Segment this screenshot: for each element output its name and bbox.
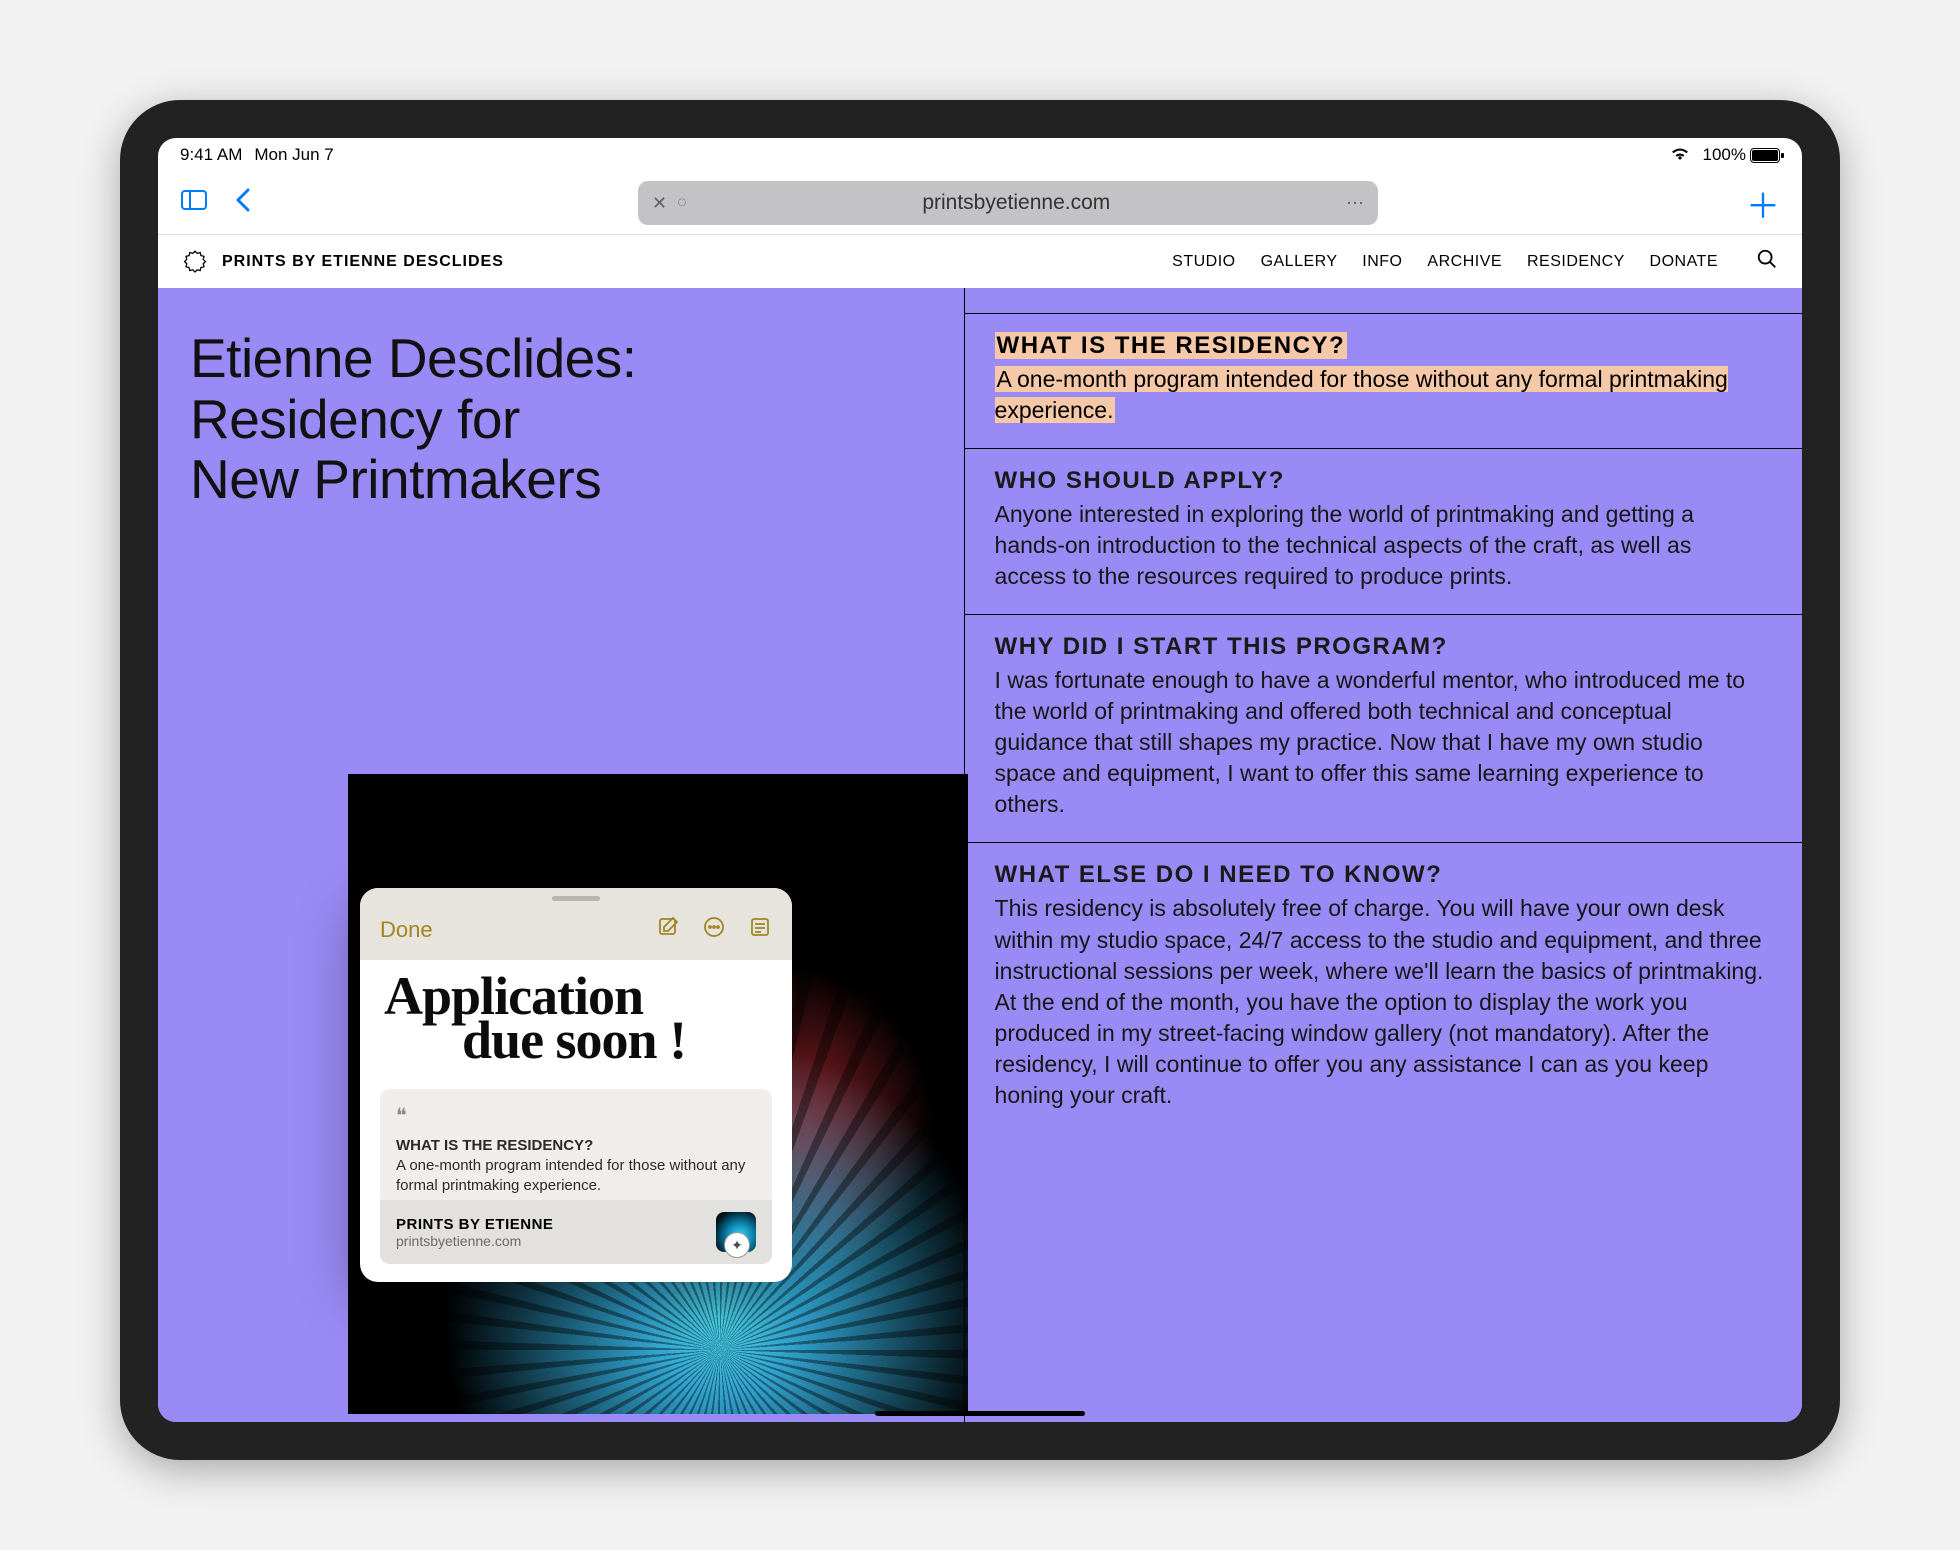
page-headline-block: Etienne Desclides: Residency for New Pri…	[158, 288, 964, 550]
page-content: Etienne Desclides: Residency for New Pri…	[158, 288, 1802, 1422]
loading-icon: ◌	[677, 194, 687, 212]
back-button[interactable]	[234, 186, 252, 221]
new-tab-button[interactable]: ＋	[1746, 179, 1780, 228]
reader-close-icon[interactable]: ✕	[652, 193, 667, 214]
status-bar: 9:41 AM Mon Jun 7 100%	[158, 138, 1802, 172]
faq-item-1: WHAT IS THE RESIDENCY? A one-month progr…	[965, 314, 1802, 449]
headline-line2: Residency for	[190, 389, 932, 450]
headline-line3: New Printmakers	[190, 449, 932, 510]
nav-gallery[interactable]: GALLERY	[1261, 253, 1338, 270]
battery-indicator: 100%	[1703, 145, 1780, 165]
quote-heading: WHAT IS THE RESIDENCY?	[396, 1136, 756, 1156]
faq2-body: Anyone interested in exploring the world…	[995, 499, 1764, 592]
faq-item-3: WHY DID I START THIS PROGRAM? I was fort…	[965, 615, 1802, 843]
home-indicator[interactable]	[875, 1411, 1085, 1416]
battery-percent: 100%	[1703, 145, 1746, 165]
site-header: PRINTS BY ETIENNE DESCLIDES STUDIO GALLE…	[158, 234, 1802, 288]
faq2-heading: WHO SHOULD APPLY?	[995, 467, 1764, 495]
compose-icon[interactable]	[656, 915, 680, 946]
faq4-body: This residency is absolutely free of cha…	[995, 893, 1764, 1110]
search-icon[interactable]	[1756, 248, 1778, 276]
safari-badge-icon: ✦	[724, 1232, 750, 1258]
status-time: 9:41 AM	[180, 145, 242, 165]
browser-toolbar: ✕ ◌ printsbyetienne.com ⋯ ＋	[158, 172, 1802, 234]
nav-archive[interactable]: ARCHIVE	[1427, 253, 1502, 270]
note-done-button[interactable]: Done	[380, 917, 433, 943]
source-title: PRINTS BY ETIENNE	[396, 1216, 716, 1233]
site-nav: STUDIO GALLERY INFO ARCHIVE RESIDENCY DO…	[1152, 253, 1718, 271]
faq3-heading: WHY DID I START THIS PROGRAM?	[995, 633, 1764, 661]
device-bezel: 9:41 AM Mon Jun 7 100% ✕ ◌ printsbyetien…	[120, 100, 1840, 1460]
faq4-heading: WHAT ELSE DO I NEED TO KNOW?	[995, 861, 1764, 889]
nav-donate[interactable]: DONATE	[1650, 253, 1718, 270]
site-title[interactable]: PRINTS BY ETIENNE DESCLIDES	[222, 253, 504, 271]
sidebar-toggle-icon[interactable]	[180, 187, 208, 219]
screen: 9:41 AM Mon Jun 7 100% ✕ ◌ printsbyetien…	[158, 138, 1802, 1422]
quoted-snippet[interactable]: ❝ WHAT IS THE RESIDENCY? A one-month pro…	[380, 1089, 772, 1207]
note-body[interactable]: Application due soon ! ❝ WHAT IS THE RES…	[360, 960, 792, 1282]
page-settings-icon[interactable]: ⋯	[1346, 193, 1364, 214]
faq1-body: A one-month program intended for those w…	[995, 366, 1728, 423]
faq-item-4: WHAT ELSE DO I NEED TO KNOW? This reside…	[965, 843, 1802, 1132]
more-icon[interactable]	[702, 915, 726, 946]
wifi-icon	[1669, 145, 1691, 166]
faq3-body: I was fortunate enough to have a wonderf…	[995, 665, 1764, 820]
quote-body: A one-month program intended for those w…	[396, 1156, 756, 1197]
url-host: printsbyetienne.com	[697, 191, 1336, 215]
nav-residency[interactable]: RESIDENCY	[1527, 253, 1625, 270]
note-toolbar[interactable]: Done	[360, 888, 792, 960]
site-logo-icon[interactable]	[182, 249, 208, 275]
quote-icon: ❝	[396, 1103, 756, 1130]
nav-studio[interactable]: STUDIO	[1172, 253, 1235, 270]
faq-item-2: WHO SHOULD APPLY? Anyone interested in e…	[965, 449, 1802, 615]
handwritten-note: Application due soon !	[380, 966, 772, 1089]
nav-info[interactable]: INFO	[1362, 253, 1402, 270]
url-bar[interactable]: ✕ ◌ printsbyetienne.com ⋯	[638, 181, 1378, 225]
faq1-heading: WHAT IS THE RESIDENCY?	[995, 332, 1348, 359]
status-date: Mon Jun 7	[254, 145, 333, 165]
source-host: printsbyetienne.com	[396, 1233, 716, 1249]
quick-note-panel[interactable]: Done Application due soon ! ❝ WHAT IS TH…	[360, 888, 792, 1282]
notes-list-icon[interactable]	[748, 915, 772, 946]
faq-column: WHAT IS THE RESIDENCY? A one-month progr…	[964, 288, 1802, 1422]
quote-source[interactable]: PRINTS BY ETIENNE printsbyetienne.com ✦	[380, 1200, 772, 1264]
headline-line1: Etienne Desclides:	[190, 328, 932, 389]
